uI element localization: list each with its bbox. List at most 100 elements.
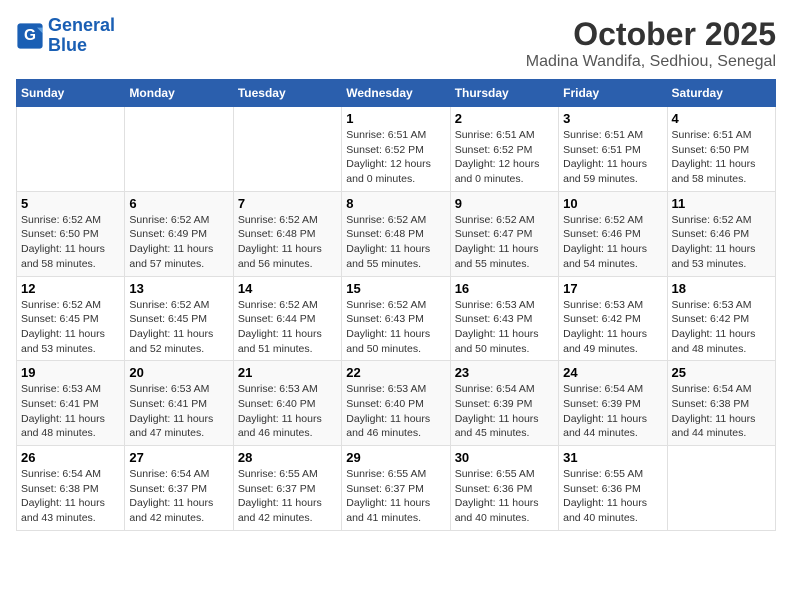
cell-info: Sunrise: 6:52 AM Sunset: 6:49 PM Dayligh… xyxy=(129,213,228,272)
calendar-cell: 21 Sunrise: 6:53 AM Sunset: 6:40 PM Dayli… xyxy=(233,361,341,446)
cell-day-number: 29 xyxy=(346,450,445,465)
calendar-cell: 1Sunrise: 6:51 AM Sunset: 6:52 PM Daylig… xyxy=(342,107,450,192)
column-header-monday: Monday xyxy=(125,80,233,107)
calendar-cell: 7 Sunrise: 6:52 AM Sunset: 6:48 PM Daylig… xyxy=(233,191,341,276)
calendar-cell: 8 Sunrise: 6:52 AM Sunset: 6:48 PM Daylig… xyxy=(342,191,450,276)
calendar-cell: 3Sunrise: 6:51 AM Sunset: 6:51 PM Daylig… xyxy=(559,107,667,192)
cell-info: Sunrise: 6:51 AM Sunset: 6:51 PM Dayligh… xyxy=(563,128,662,187)
cell-info: Sunrise: 6:52 AM Sunset: 6:43 PM Dayligh… xyxy=(346,298,445,357)
calendar-cell: 14Sunrise: 6:52 AM Sunset: 6:44 PM Dayli… xyxy=(233,276,341,361)
cell-info: Sunrise: 6:52 AM Sunset: 6:44 PM Dayligh… xyxy=(238,298,337,357)
calendar-cell: 4Sunrise: 6:51 AM Sunset: 6:50 PM Daylig… xyxy=(667,107,775,192)
calendar-cell: 24 Sunrise: 6:54 AM Sunset: 6:39 PM Dayli… xyxy=(559,361,667,446)
cell-info: Sunrise: 6:52 AM Sunset: 6:46 PM Dayligh… xyxy=(563,213,662,272)
cell-info: Sunrise: 6:51 AM Sunset: 6:52 PM Dayligh… xyxy=(346,128,445,187)
cell-day-number: 23 xyxy=(455,365,554,380)
cell-info: Sunrise: 6:55 AM Sunset: 6:36 PM Dayligh… xyxy=(563,467,662,526)
cell-day-number: 9 xyxy=(455,196,554,211)
calendar-cell: 31 Sunrise: 6:55 AM Sunset: 6:36 PM Dayli… xyxy=(559,446,667,531)
cell-day-number: 7 xyxy=(238,196,337,211)
calendar-header-row: SundayMondayTuesdayWednesdayThursdayFrid… xyxy=(17,80,776,107)
cell-info: Sunrise: 6:54 AM Sunset: 6:37 PM Dayligh… xyxy=(129,467,228,526)
cell-day-number: 28 xyxy=(238,450,337,465)
cell-day-number: 25 xyxy=(672,365,771,380)
cell-day-number: 30 xyxy=(455,450,554,465)
cell-day-number: 31 xyxy=(563,450,662,465)
svg-text:G: G xyxy=(24,27,36,44)
cell-day-number: 6 xyxy=(129,196,228,211)
title-block: October 2025 Madina Wandifa, Sedhiou, Se… xyxy=(526,16,776,71)
column-header-sunday: Sunday xyxy=(17,80,125,107)
cell-day-number: 12 xyxy=(21,281,120,296)
calendar-week-row: 12 Sunrise: 6:52 AM Sunset: 6:45 PM Dayli… xyxy=(17,276,776,361)
cell-info: Sunrise: 6:52 AM Sunset: 6:47 PM Dayligh… xyxy=(455,213,554,272)
cell-info: Sunrise: 6:53 AM Sunset: 6:43 PM Dayligh… xyxy=(455,298,554,357)
cell-info: Sunrise: 6:51 AM Sunset: 6:52 PM Dayligh… xyxy=(455,128,554,187)
cell-day-number: 13 xyxy=(129,281,228,296)
calendar-cell: 16Sunrise: 6:53 AM Sunset: 6:43 PM Dayli… xyxy=(450,276,558,361)
page-title: October 2025 xyxy=(526,16,776,53)
cell-info: Sunrise: 6:53 AM Sunset: 6:42 PM Dayligh… xyxy=(672,298,771,357)
calendar-cell: 29Sunrise: 6:55 AM Sunset: 6:37 PM Dayli… xyxy=(342,446,450,531)
calendar-cell: 17Sunrise: 6:53 AM Sunset: 6:42 PM Dayli… xyxy=(559,276,667,361)
cell-day-number: 11 xyxy=(672,196,771,211)
cell-info: Sunrise: 6:53 AM Sunset: 6:41 PM Dayligh… xyxy=(21,382,120,441)
column-header-tuesday: Tuesday xyxy=(233,80,341,107)
calendar-week-row: 5 Sunrise: 6:52 AM Sunset: 6:50 PM Daylig… xyxy=(17,191,776,276)
calendar-cell: 28Sunrise: 6:55 AM Sunset: 6:37 PM Dayli… xyxy=(233,446,341,531)
cell-day-number: 26 xyxy=(21,450,120,465)
cell-day-number: 21 xyxy=(238,365,337,380)
column-header-friday: Friday xyxy=(559,80,667,107)
cell-day-number: 24 xyxy=(563,365,662,380)
cell-info: Sunrise: 6:54 AM Sunset: 6:39 PM Dayligh… xyxy=(563,382,662,441)
cell-info: Sunrise: 6:52 AM Sunset: 6:45 PM Dayligh… xyxy=(129,298,228,357)
cell-day-number: 27 xyxy=(129,450,228,465)
cell-info: Sunrise: 6:52 AM Sunset: 6:48 PM Dayligh… xyxy=(238,213,337,272)
calendar-week-row: 26 Sunrise: 6:54 AM Sunset: 6:38 PM Dayli… xyxy=(17,446,776,531)
cell-info: Sunrise: 6:52 AM Sunset: 6:50 PM Dayligh… xyxy=(21,213,120,272)
cell-info: Sunrise: 6:52 AM Sunset: 6:48 PM Dayligh… xyxy=(346,213,445,272)
calendar-cell: 13 Sunrise: 6:52 AM Sunset: 6:45 PM Dayli… xyxy=(125,276,233,361)
cell-day-number: 22 xyxy=(346,365,445,380)
calendar-cell: 6 Sunrise: 6:52 AM Sunset: 6:49 PM Daylig… xyxy=(125,191,233,276)
cell-day-number: 19 xyxy=(21,365,120,380)
calendar-week-row: 19 Sunrise: 6:53 AM Sunset: 6:41 PM Dayli… xyxy=(17,361,776,446)
cell-day-number: 20 xyxy=(129,365,228,380)
calendar-cell: 22Sunrise: 6:53 AM Sunset: 6:40 PM Dayli… xyxy=(342,361,450,446)
column-header-saturday: Saturday xyxy=(667,80,775,107)
cell-info: Sunrise: 6:54 AM Sunset: 6:38 PM Dayligh… xyxy=(21,467,120,526)
calendar-cell: 5 Sunrise: 6:52 AM Sunset: 6:50 PM Daylig… xyxy=(17,191,125,276)
cell-day-number: 18 xyxy=(672,281,771,296)
calendar-cell xyxy=(233,107,341,192)
calendar-cell: 15 Sunrise: 6:52 AM Sunset: 6:43 PM Dayli… xyxy=(342,276,450,361)
calendar-cell: 12Sunrise: 6:52 AM Sunset: 6:45 PM Dayli… xyxy=(17,276,125,361)
cell-day-number: 4 xyxy=(672,111,771,126)
calendar-cell: 9 Sunrise: 6:52 AM Sunset: 6:47 PM Daylig… xyxy=(450,191,558,276)
calendar-cell: 20Sunrise: 6:53 AM Sunset: 6:41 PM Dayli… xyxy=(125,361,233,446)
calendar-cell: 18 Sunrise: 6:53 AM Sunset: 6:42 PM Dayli… xyxy=(667,276,775,361)
calendar-cell xyxy=(125,107,233,192)
column-header-thursday: Thursday xyxy=(450,80,558,107)
cell-info: Sunrise: 6:53 AM Sunset: 6:42 PM Dayligh… xyxy=(563,298,662,357)
calendar-cell xyxy=(17,107,125,192)
cell-info: Sunrise: 6:52 AM Sunset: 6:46 PM Dayligh… xyxy=(672,213,771,272)
page-header: G General Blue October 2025 Madina Wandi… xyxy=(16,16,776,71)
cell-day-number: 15 xyxy=(346,281,445,296)
cell-day-number: 5 xyxy=(21,196,120,211)
cell-info: Sunrise: 6:53 AM Sunset: 6:40 PM Dayligh… xyxy=(238,382,337,441)
calendar-cell: 11 Sunrise: 6:52 AM Sunset: 6:46 PM Dayli… xyxy=(667,191,775,276)
cell-day-number: 2 xyxy=(455,111,554,126)
logo: G General Blue xyxy=(16,16,115,56)
cell-info: Sunrise: 6:54 AM Sunset: 6:39 PM Dayligh… xyxy=(455,382,554,441)
calendar-cell: 25Sunrise: 6:54 AM Sunset: 6:38 PM Dayli… xyxy=(667,361,775,446)
cell-day-number: 8 xyxy=(346,196,445,211)
logo-text: General Blue xyxy=(48,16,115,56)
cell-day-number: 10 xyxy=(563,196,662,211)
calendar-table: SundayMondayTuesdayWednesdayThursdayFrid… xyxy=(16,79,776,531)
calendar-cell: 30Sunrise: 6:55 AM Sunset: 6:36 PM Dayli… xyxy=(450,446,558,531)
calendar-cell xyxy=(667,446,775,531)
calendar-cell: 19 Sunrise: 6:53 AM Sunset: 6:41 PM Dayli… xyxy=(17,361,125,446)
calendar-cell: 2 Sunrise: 6:51 AM Sunset: 6:52 PM Daylig… xyxy=(450,107,558,192)
calendar-cell: 10 Sunrise: 6:52 AM Sunset: 6:46 PM Dayli… xyxy=(559,191,667,276)
calendar-cell: 27 Sunrise: 6:54 AM Sunset: 6:37 PM Dayli… xyxy=(125,446,233,531)
